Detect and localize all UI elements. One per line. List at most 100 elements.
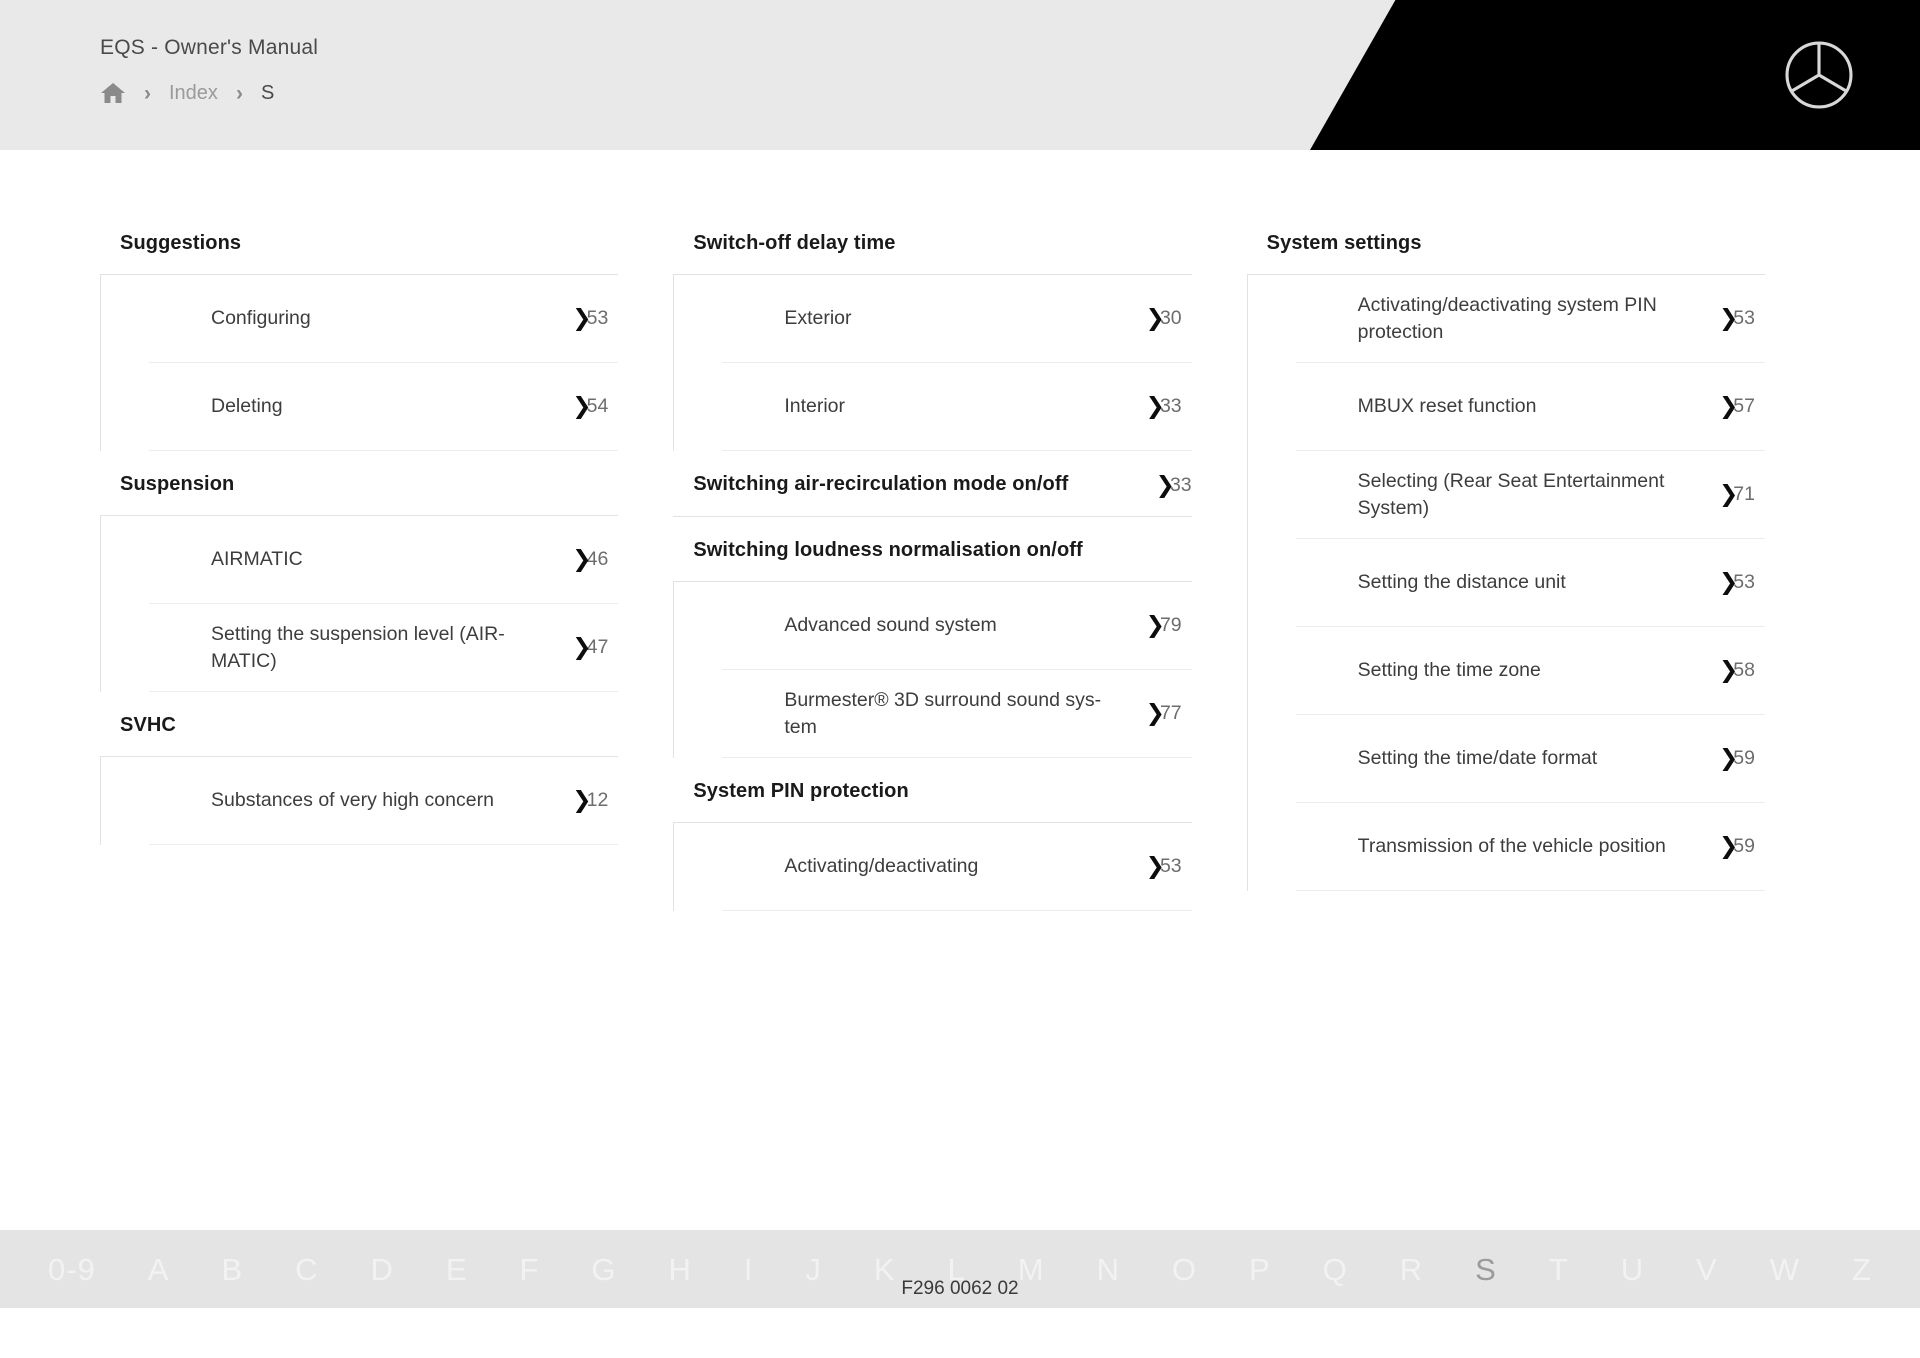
index-entry[interactable]: Activating/deactivating system PIN prote… — [1295, 275, 1765, 363]
alphabet-index-bar: 0-9 A B C D E F G H I J K L M N O P Q R … — [0, 1230, 1920, 1308]
alpha-item-c[interactable]: C — [295, 1254, 318, 1285]
breadcrumb-item-index[interactable]: Index — [169, 82, 218, 105]
index-group-system-settings: System settings Activating/deactivating … — [1246, 210, 1765, 891]
group-heading: Switch-off delay time — [693, 232, 896, 254]
chevron-right-icon: ❯ — [572, 305, 592, 331]
index-entry[interactable]: Deleting 54 ❯ — [149, 363, 619, 451]
chevron-right-icon: ❯ — [1718, 393, 1739, 419]
alpha-item-o[interactable]: O — [1172, 1254, 1197, 1285]
alpha-item-t[interactable]: T — [1549, 1254, 1569, 1285]
index-entry[interactable]: Setting the time zone 58 ❯ — [1295, 627, 1765, 715]
alpha-item-i[interactable]: I — [744, 1254, 754, 1285]
index-entry-pageref: 53 ❯ — [1703, 305, 1755, 332]
index-entry-label: Interior — [784, 395, 846, 418]
chevron-right-icon: ❯ — [1718, 481, 1739, 507]
mercedes-benz-star-icon — [1785, 41, 1853, 109]
index-column-3: System settings Activating/deactivating … — [1246, 210, 1765, 1308]
page-suffix: 7 — [597, 636, 609, 659]
alpha-item-f[interactable]: F — [519, 1254, 539, 1285]
index-entry-pageref: 53 ❯ — [556, 305, 608, 332]
index-entry[interactable]: Configuring 53 ❯ — [149, 275, 619, 363]
index-entry-pageref: 33 ❯ — [1130, 393, 1182, 420]
index-entry[interactable]: Exterior 30 ❯ — [722, 275, 1192, 363]
alpha-item-0-9[interactable]: 0-9 — [48, 1254, 96, 1285]
home-icon[interactable] — [100, 81, 126, 105]
index-entry[interactable]: Interior 33 ❯ — [722, 363, 1192, 451]
group-heading-row[interactable]: Switching air-recirculation mode on/off … — [673, 451, 1192, 518]
group-entries: Activating/deactivating system PIN prote… — [1246, 274, 1765, 891]
chevron-right-icon: ❯ — [572, 787, 592, 813]
alpha-item-s[interactable]: S — [1475, 1254, 1497, 1285]
group-heading: System PIN protection — [693, 780, 909, 803]
alpha-item-p[interactable]: P — [1249, 1254, 1271, 1285]
page-suffix: 9 — [1744, 835, 1755, 858]
group-heading: Suspension — [120, 473, 235, 495]
index-group-system-pin-protection: System PIN protection Activating/deactiv… — [673, 758, 1192, 912]
alpha-item-g[interactable]: G — [591, 1254, 616, 1285]
alpha-item-m[interactable]: M — [1018, 1254, 1045, 1285]
breadcrumb-separator-2: › — [235, 81, 243, 105]
index-entry[interactable]: Activating/deactivating 53 ❯ — [722, 823, 1192, 912]
alpha-item-a[interactable]: A — [148, 1254, 170, 1285]
index-entry-pageref: 12 ❯ — [556, 787, 608, 814]
index-entry[interactable]: Advanced sound system 79 ❯ — [722, 582, 1192, 671]
alpha-item-j[interactable]: J — [805, 1254, 822, 1285]
index-entry[interactable]: Setting the time/date format 59 ❯ — [1295, 715, 1765, 803]
index-column-1: Suggestions Configuring 53 ❯ Deleting 54 ❯… — [100, 210, 619, 1308]
chevron-right-icon: ❯ — [1718, 745, 1739, 771]
chevron-right-icon: ❯ — [1145, 305, 1165, 331]
alpha-item-l[interactable]: L — [948, 1254, 966, 1285]
index-entry-pageref: 79 ❯ — [1130, 612, 1182, 639]
group-heading: Switching loudness normalisation on/off — [693, 539, 1083, 562]
page-suffix: 7 — [1170, 702, 1182, 725]
index-entry[interactable]: Setting the suspension level (AIR-MATIC)… — [149, 604, 619, 692]
alpha-item-u[interactable]: U — [1621, 1254, 1644, 1285]
breadcrumb: › Index › S — [100, 80, 318, 106]
page-suffix: 3 — [1170, 395, 1182, 418]
chevron-right-icon: ❯ — [1145, 700, 1165, 727]
index-entry-label: Selecting (Rear Seat Entertainment Syste… — [1357, 469, 1665, 519]
index-group-suspension: Suspension AIRMATIC 46 ❯ Setting the susp… — [100, 451, 619, 692]
page-suffix: 1 — [1744, 483, 1755, 506]
alpha-item-h[interactable]: H — [668, 1254, 691, 1285]
alpha-item-v[interactable]: V — [1696, 1254, 1718, 1285]
chevron-right-icon: ❯ — [1145, 612, 1165, 639]
index-entry-label: Setting the time/date format — [1357, 747, 1598, 770]
index-entry-label: Deleting — [211, 395, 283, 418]
index-entry[interactable]: AIRMATIC 46 ❯ — [149, 516, 619, 604]
index-group-switching-air-recirculation[interactable]: Switching air-recirculation mode on/off … — [673, 451, 1192, 518]
page-header: EQS - Owner's Manual › Index › S — [0, 0, 1920, 150]
alpha-item-q[interactable]: Q — [1323, 1254, 1348, 1285]
index-group-suggestions: Suggestions Configuring 53 ❯ Deleting 54 ❯ — [100, 210, 619, 451]
alpha-item-w[interactable]: W — [1770, 1254, 1800, 1285]
alpha-item-b[interactable]: B — [221, 1254, 243, 1285]
index-entry[interactable]: MBUX reset function 57 ❯ — [1295, 363, 1765, 451]
alpha-item-r[interactable]: R — [1400, 1254, 1423, 1285]
alpha-item-d[interactable]: D — [370, 1254, 393, 1285]
index-entry[interactable]: Transmission of the vehicle position 59 ❯ — [1295, 803, 1765, 891]
chevron-right-icon: ❯ — [1145, 853, 1165, 880]
page-suffix: 6 — [597, 548, 609, 571]
alpha-item-z[interactable]: Z — [1852, 1254, 1872, 1285]
chevron-right-icon: ❯ — [1718, 657, 1739, 683]
alpha-item-e[interactable]: E — [446, 1254, 468, 1285]
chevron-right-icon: ❯ — [572, 393, 592, 419]
index-entry[interactable]: Setting the distance unit 53 ❯ — [1295, 539, 1765, 627]
page-suffix: 8 — [1744, 659, 1755, 682]
index-entry-label: Configuring — [211, 307, 311, 330]
alpha-item-n[interactable]: N — [1097, 1254, 1120, 1285]
index-entry[interactable]: Burmester® 3D surround sound sys-tem 77 ❯ — [722, 670, 1192, 759]
group-entries: AIRMATIC 46 ❯ Setting the suspension leve… — [100, 515, 619, 692]
index-entry-pageref: 53 ❯ — [1130, 853, 1182, 880]
index-entry[interactable]: Substances of very high concern 12 ❯ — [149, 757, 619, 845]
group-heading: SVHC — [120, 714, 176, 736]
index-entry-pageref: 77 ❯ — [1130, 700, 1182, 727]
index-entry-label: Burmester® 3D surround sound sys-tem — [784, 688, 1102, 738]
page-suffix: 0 — [1170, 307, 1182, 330]
alpha-item-k[interactable]: K — [874, 1254, 896, 1285]
group-heading-pageref: 33 ❯ — [1140, 471, 1192, 498]
index-entry-label: Transmission of the vehicle position — [1357, 835, 1666, 858]
index-entry[interactable]: Selecting (Rear Seat Entertainment Syste… — [1295, 451, 1765, 539]
index-entry-pageref: 58 ❯ — [1703, 657, 1755, 684]
index-entry-label: Setting the distance unit — [1357, 571, 1566, 594]
